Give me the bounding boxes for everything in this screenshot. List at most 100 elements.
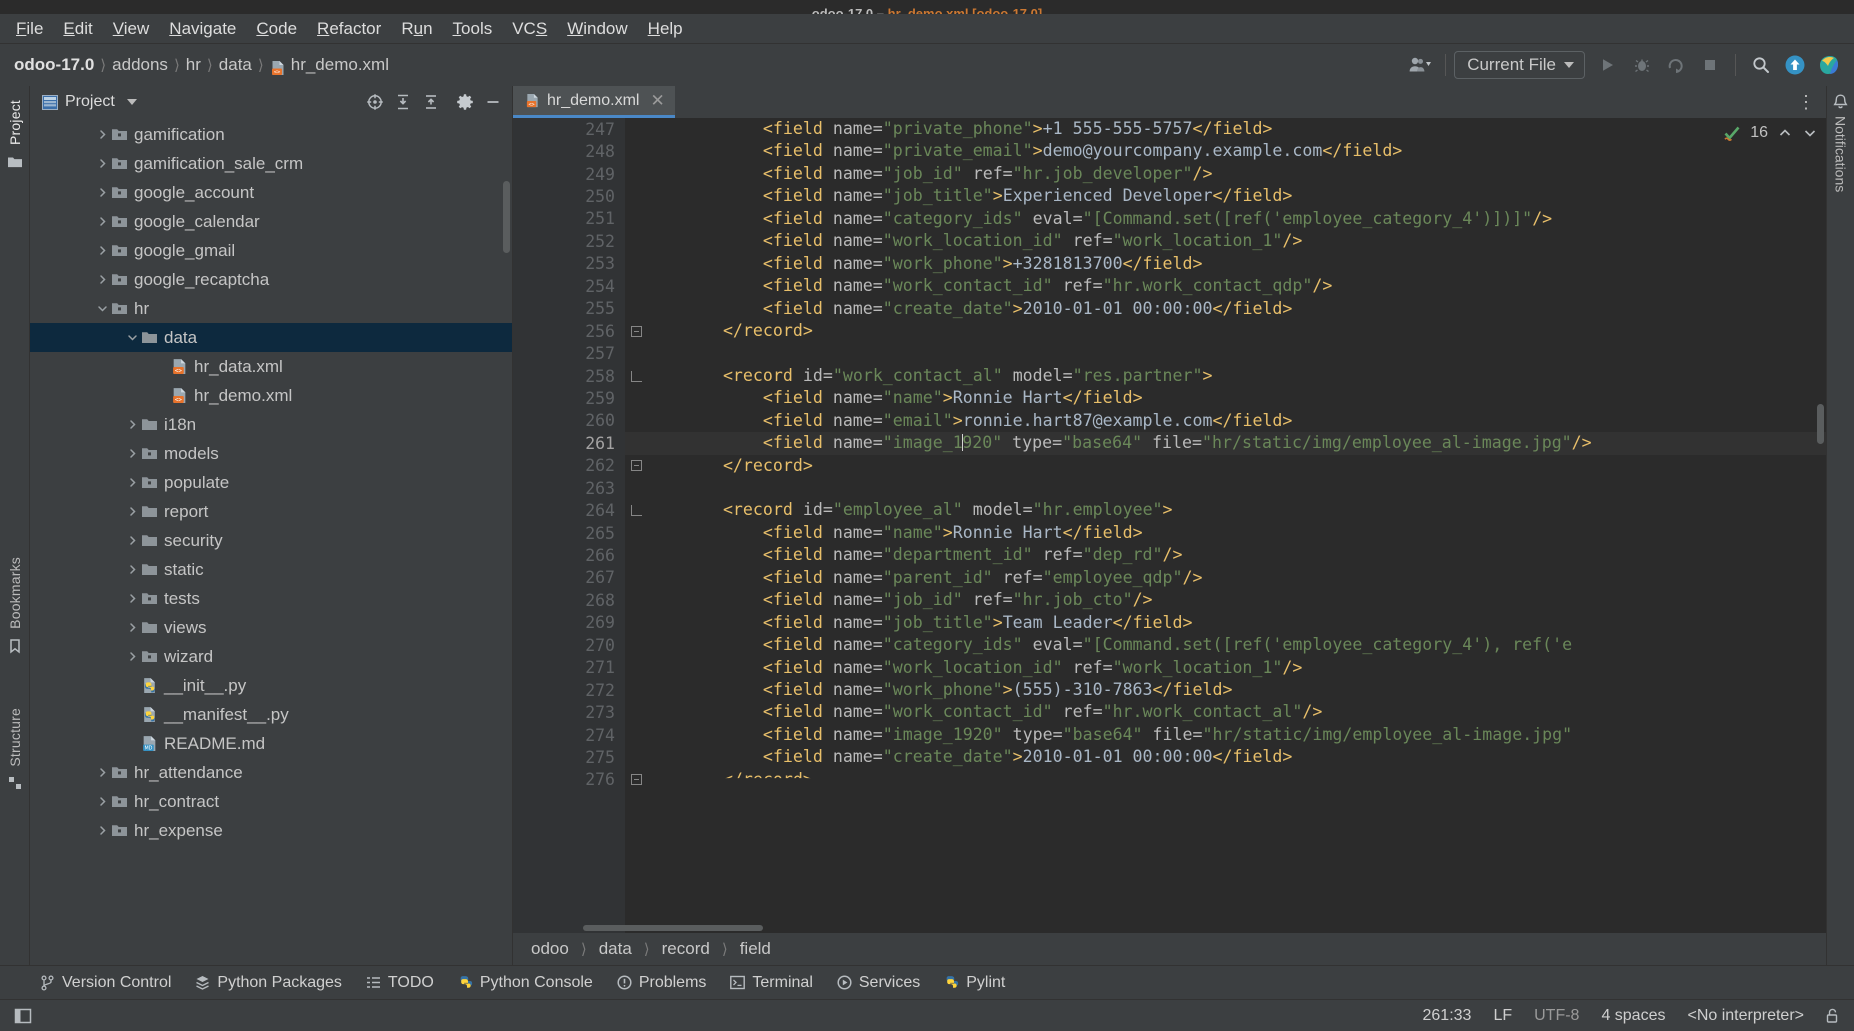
gutter-line-number[interactable]: 261	[513, 432, 649, 454]
tree-node-manifest-py[interactable]: __manifest__.py	[30, 700, 512, 729]
chevron-right-icon[interactable]	[124, 535, 140, 546]
update-available-icon[interactable]	[1778, 50, 1812, 80]
gutter-line-number[interactable]: 257	[513, 342, 625, 364]
expand-all-icon[interactable]	[392, 91, 414, 113]
gutter-line-number[interactable]: 252	[513, 230, 625, 252]
account-icon[interactable]	[1403, 50, 1437, 80]
tool-window-python-packages[interactable]: Python Packages	[195, 974, 342, 992]
code-line[interactable]: <field name="job_id" ref="hr.job_cto"/>	[625, 589, 1826, 611]
code-line[interactable]: <field name="private_email">demo@yourcom…	[625, 140, 1826, 162]
code-line[interactable]: <field name="job_title">Experienced Deve…	[625, 185, 1826, 207]
gutter-line-number[interactable]: 268	[513, 589, 625, 611]
chevron-right-icon[interactable]	[94, 158, 110, 169]
gutter-line-number[interactable]: 275	[513, 746, 625, 768]
chevron-right-icon[interactable]	[94, 245, 110, 256]
menu-run[interactable]: Run	[391, 17, 442, 41]
gutter-line-number[interactable]: 259	[513, 387, 625, 409]
code-line[interactable]: </record>	[625, 769, 1826, 778]
code-line[interactable]	[625, 477, 1826, 499]
editor-tab-hr-demo-xml[interactable]: <> hr_demo.xml ✕	[513, 86, 675, 118]
gutter-line-number[interactable]: 260	[513, 410, 625, 432]
notifications-icon[interactable]	[1833, 94, 1848, 110]
chevron-right-icon[interactable]	[94, 767, 110, 778]
code-line[interactable]: <field name="name">Ronnie Hart</field>	[625, 522, 1826, 544]
chevron-down-icon[interactable]	[124, 332, 140, 343]
gear-icon[interactable]	[454, 91, 476, 113]
select-opened-file-icon[interactable]	[364, 91, 386, 113]
chevron-right-icon[interactable]	[124, 477, 140, 488]
tree-node-views[interactable]: views	[30, 613, 512, 642]
tree-node-gamification[interactable]: gamification	[30, 120, 512, 149]
chevron-right-icon[interactable]	[124, 506, 140, 517]
code-line[interactable]	[625, 342, 1826, 364]
rail-project-label[interactable]: Project	[7, 94, 23, 151]
menu-file[interactable]: File	[6, 17, 53, 41]
chevron-right-icon[interactable]	[124, 448, 140, 459]
project-tree[interactable]: gamification gamification_sale_crm google_…	[30, 118, 512, 965]
editor-breadcrumb-field[interactable]: field	[740, 939, 771, 959]
code-line[interactable]: <field name="category_ids" eval="[Comman…	[625, 208, 1826, 230]
code-line[interactable]: <field name="create_date">2010-01-01 00:…	[625, 746, 1826, 768]
interpreter-selector[interactable]: <No interpreter>	[1687, 1007, 1804, 1025]
code-line[interactable]: <field name="parent_id" ref="employee_qd…	[625, 567, 1826, 589]
menu-window[interactable]: Window	[557, 17, 637, 41]
gutter-line-number[interactable]: 271	[513, 657, 625, 679]
tree-node-google-calendar[interactable]: google_calendar	[30, 207, 512, 236]
tree-node-hr-contract[interactable]: hr_contract	[30, 787, 512, 816]
editor-horizontal-scrollbar[interactable]	[583, 925, 763, 931]
collapse-all-icon[interactable]	[420, 91, 442, 113]
line-separator[interactable]: LF	[1493, 1007, 1512, 1025]
gutter-line-number[interactable]: 247	[513, 118, 625, 140]
code-line[interactable]: <field name="department_id" ref="dep_rd"…	[625, 544, 1826, 566]
tree-node-readme-md[interactable]: MD README.md	[30, 729, 512, 758]
indent-setting[interactable]: 4 spaces	[1601, 1007, 1665, 1025]
gutter-line-number[interactable]: 276	[513, 769, 642, 791]
bookmarks-rail-icon[interactable]	[9, 639, 21, 654]
file-encoding[interactable]: UTF-8	[1534, 1007, 1579, 1025]
chevron-right-icon[interactable]	[124, 622, 140, 633]
gutter-line-number[interactable]: 272	[513, 679, 625, 701]
editor-gutter[interactable]: 247 248 249 250 251 252 253 254 255 256 257 258 259 2…	[513, 118, 649, 933]
breadcrumb-hr[interactable]: hr	[186, 55, 201, 75]
editor-code-area[interactable]: <field name="private_phone">+1 555-555-5…	[625, 118, 1826, 933]
chevron-right-icon[interactable]	[94, 274, 110, 285]
code-line[interactable]: <field name="private_phone">+1 555-555-5…	[625, 118, 1826, 140]
code-line[interactable]: <field name="work_phone">(555)-310-7863<…	[625, 679, 1826, 701]
menu-vcs[interactable]: VCS	[502, 17, 557, 41]
editor-breadcrumb-data[interactable]: data	[599, 939, 632, 959]
tree-node-gamification-sale-crm[interactable]: gamification_sale_crm	[30, 149, 512, 178]
menu-navigate[interactable]: Navigate	[159, 17, 246, 41]
code-line[interactable]: <field name="job_title">Team Leader</fie…	[625, 612, 1826, 634]
tree-node-hr-data-xml[interactable]: <> hr_data.xml	[30, 352, 512, 381]
chevron-right-icon[interactable]	[124, 651, 140, 662]
tree-node-i18n[interactable]: i18n	[30, 410, 512, 439]
tree-node-data[interactable]: data	[30, 323, 512, 352]
run-configuration-selector[interactable]: Current File	[1454, 51, 1585, 79]
next-problem-icon[interactable]	[1802, 125, 1818, 141]
code-line[interactable]: <field name="work_location_id" ref="work…	[625, 230, 1826, 252]
run-icon[interactable]	[1591, 50, 1625, 80]
code-line[interactable]: <field name="image_1920" type="base64" f…	[625, 432, 1826, 455]
tool-window-todo[interactable]: TODO	[366, 974, 434, 992]
rail-notifications-label[interactable]: Notifications	[1833, 110, 1849, 198]
gutter-line-number[interactable]: 262	[513, 455, 642, 477]
editor-breadcrumb-odoo[interactable]: odoo	[531, 939, 569, 959]
editor-vertical-scrollbar[interactable]	[1817, 404, 1824, 444]
gutter-line-number[interactable]: 253	[513, 253, 625, 275]
code-line[interactable]: <field name="work_phone">+3281813700</fi…	[625, 253, 1826, 275]
unlocked-icon[interactable]	[1826, 1008, 1840, 1024]
gutter-line-number[interactable]: 270	[513, 634, 625, 656]
tool-window-python-console[interactable]: Python Console	[458, 974, 593, 992]
menu-code[interactable]: Code	[246, 17, 307, 41]
more-options-icon[interactable]: ⋮	[1797, 93, 1816, 111]
tool-window-problems[interactable]: Problems	[617, 974, 706, 992]
tree-node-report[interactable]: report	[30, 497, 512, 526]
gutter-line-number[interactable]: 256	[513, 320, 642, 342]
tree-node-google-account[interactable]: google_account	[30, 178, 512, 207]
menu-edit[interactable]: Edit	[53, 17, 102, 41]
rail-structure-label[interactable]: Structure	[7, 702, 23, 773]
tool-window-terminal[interactable]: Terminal	[730, 974, 813, 992]
chevron-right-icon[interactable]	[124, 593, 140, 604]
gutter-line-number[interactable]: 266	[513, 544, 625, 566]
gutter-line-number[interactable]: 250	[513, 185, 625, 207]
